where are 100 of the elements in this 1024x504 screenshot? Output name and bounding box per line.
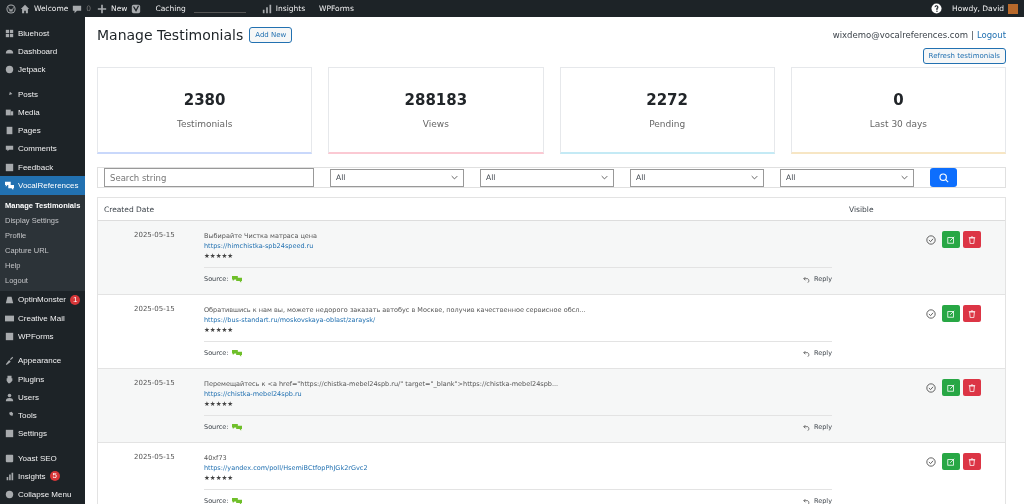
menu-item[interactable]: Settings [0, 424, 85, 444]
edit-icon [947, 309, 955, 318]
menu-icon [5, 453, 14, 463]
menu-label: WPForms [18, 331, 54, 341]
menu-item[interactable]: Appearance [0, 351, 85, 370]
edit-icon [947, 457, 955, 466]
reply-icon [803, 423, 811, 431]
menu-item[interactable]: Jetpack [0, 60, 85, 79]
menu-item[interactable]: Pages [0, 121, 85, 140]
menu-item[interactable]: Users [0, 388, 85, 407]
chevron-icon [451, 175, 458, 180]
chat-bubbles-icon [231, 423, 242, 431]
home-icon[interactable] [20, 3, 30, 14]
edit-button[interactable] [942, 231, 960, 248]
stat-value: 2380 [183, 91, 226, 109]
menu-item[interactable]: Tools [0, 406, 85, 425]
count-badge: 1 [70, 294, 81, 305]
menu-item[interactable]: Insights 5 [0, 467, 85, 486]
menu-label: Creative Mail [18, 313, 65, 323]
account-email: wixdemo@vocalreferences.com [832, 30, 968, 42]
reply-icon [803, 497, 811, 504]
trash-icon [968, 235, 976, 244]
menu-label: Tools [18, 411, 37, 421]
count-badge: 5 [49, 471, 61, 482]
reply-icon [803, 275, 811, 283]
search-icon [938, 172, 949, 183]
menu-item[interactable]: Posts [0, 84, 85, 104]
reply-icon [803, 349, 811, 357]
chevron-icon [901, 175, 908, 180]
menu-label: Pages [18, 126, 41, 136]
page-title: Manage Testimonials [97, 27, 244, 43]
menu-label: Dashboard [18, 46, 58, 56]
menu-item[interactable]: Media [0, 103, 85, 122]
delete-button[interactable] [963, 379, 981, 396]
menu-label: Plugins [18, 374, 45, 384]
delete-button[interactable] [963, 453, 981, 470]
stat-label: Last 30 days [869, 119, 927, 129]
menu-icon [5, 374, 14, 384]
menu-label: Media [18, 107, 40, 117]
menu-label: Settings [18, 429, 47, 439]
menu-icon [5, 472, 14, 481]
edit-button[interactable] [942, 305, 960, 322]
menu-item[interactable]: Bluehost [0, 24, 85, 43]
search-field[interactable]: Search string [104, 168, 314, 187]
check-circle-icon[interactable] [926, 457, 936, 467]
menu-icon [5, 107, 14, 117]
check-circle-icon[interactable] [926, 383, 936, 393]
stat-label: Views [422, 119, 449, 129]
menu-item[interactable]: Feedback [0, 158, 85, 177]
delete-button[interactable] [963, 305, 981, 322]
menu-label: Yoast SEO [18, 453, 57, 463]
menu-icon [5, 181, 14, 190]
menu-label: Users [18, 392, 39, 402]
chevron-icon [601, 175, 608, 180]
edit-button[interactable] [942, 379, 960, 396]
yoast-icon[interactable] [131, 3, 142, 14]
menu-label: Comments [18, 144, 57, 154]
separator: | [971, 30, 974, 42]
stat-value: 288183 [404, 91, 468, 109]
stat-value: 0 [893, 91, 904, 109]
menu-item[interactable]: Creative Mail [0, 308, 85, 328]
menu-icon [5, 356, 14, 366]
delete-button[interactable] [963, 231, 981, 248]
menu-icon [5, 392, 14, 402]
comment-icon[interactable] [72, 3, 83, 14]
menu-label: Feedback [18, 162, 54, 172]
chat-bubbles-icon [231, 349, 242, 357]
edit-icon [947, 235, 955, 244]
chevron-icon [751, 175, 758, 180]
chat-bubbles-icon [231, 497, 242, 504]
menu-label: Bluehost [18, 28, 50, 38]
menu-icon [5, 28, 14, 38]
menu-item[interactable]: Yoast SEO [0, 449, 85, 468]
menu-label: Insights [18, 472, 46, 481]
plus-icon[interactable] [97, 3, 108, 14]
check-circle-icon[interactable] [926, 235, 936, 245]
menu-label: Appearance [18, 356, 62, 366]
menu-label: Posts [18, 89, 38, 99]
menu-item[interactable]: VocalReferences [0, 176, 85, 195]
menu-item[interactable]: OptinMonster 1 [0, 290, 85, 309]
avatar-image[interactable] [1008, 3, 1018, 14]
trash-icon [968, 383, 976, 392]
logout-link[interactable]: Logout [976, 30, 1006, 43]
edit-button[interactable] [942, 453, 960, 470]
menu-item[interactable]: Comments [0, 139, 85, 159]
wordpress-logo-icon[interactable] [6, 3, 16, 14]
menu-label: OptinMonster [18, 295, 67, 305]
bar-chart-icon[interactable] [261, 3, 272, 14]
menu-item[interactable]: Plugins [0, 369, 85, 389]
check-circle-icon[interactable] [926, 309, 936, 319]
menu-item[interactable]: WPForms [0, 327, 85, 346]
menu-item[interactable]: Dashboard [0, 42, 85, 61]
stat-value: 2272 [646, 91, 688, 109]
menu-label: Collapse Menu [18, 490, 72, 500]
search-button[interactable] [930, 168, 957, 187]
help-icon[interactable] [931, 3, 942, 14]
stat-label: Pending [649, 119, 686, 129]
trash-icon [968, 457, 976, 466]
menu-item[interactable]: Collapse Menu [0, 485, 85, 504]
menu-label: Jetpack [18, 65, 46, 75]
